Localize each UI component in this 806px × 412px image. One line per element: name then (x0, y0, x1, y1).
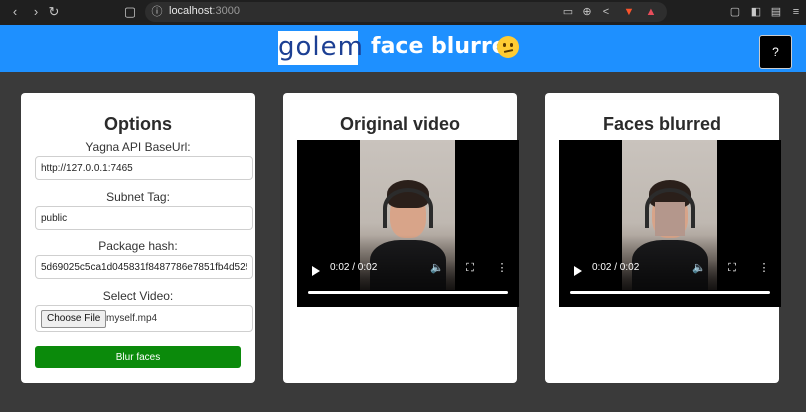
subnet-tag-input[interactable] (35, 206, 253, 230)
face-blur-mask (655, 202, 685, 236)
video-progress-bar[interactable] (308, 291, 508, 294)
help-button[interactable]: ? (759, 35, 792, 69)
subnet-tag-label: Subnet Tag: (106, 190, 170, 204)
back-icon[interactable]: ‹ (6, 3, 24, 21)
play-icon[interactable] (312, 266, 320, 276)
sidebar-icon[interactable]: ◧ (748, 4, 764, 20)
browser-toolbar: ‹ › ↻ ▢ ⓘ localhost:3000 ▭ ⊕ < ▼ ▲ ▢ ◧ ▤… (0, 0, 806, 25)
reload-icon[interactable]: ↻ (45, 3, 63, 21)
blurred-video-card: Faces blurred 0:02 / 0:02 🔈 ⛶ ⋮ (545, 93, 781, 383)
select-video-label: Select Video: (102, 289, 174, 303)
video-progress-bar[interactable] (570, 291, 770, 294)
logo-text: golem (278, 32, 364, 62)
selected-file-name: myself.mp4 (106, 313, 158, 324)
video-time: 0:02 / 0:02 (592, 262, 640, 273)
blurred-video-player[interactable]: 0:02 / 0:02 🔈 ⛶ ⋮ (559, 140, 781, 307)
url-port: :3000 (212, 5, 240, 17)
info-icon[interactable]: ⓘ (149, 4, 165, 20)
choose-file-button[interactable]: Choose File (41, 310, 107, 328)
api-url-input[interactable] (35, 156, 253, 180)
video-time: 0:02 / 0:02 (330, 262, 378, 273)
headphones (383, 188, 433, 228)
cast-icon[interactable]: ▭ (560, 4, 576, 20)
wallet-icon[interactable]: ▤ (768, 4, 784, 20)
options-card: Options Yagna API BaseUrl: Subnet Tag: P… (21, 93, 255, 383)
menu-icon[interactable]: ≡ (788, 4, 804, 20)
url-text: localhost:3000 (169, 5, 240, 17)
app-header: golem face blurrer ? (0, 25, 806, 72)
url-host: localhost (169, 5, 213, 17)
more-options-icon[interactable]: ⋮ (495, 261, 509, 275)
package-hash-label: Package hash: (98, 239, 178, 253)
blurred-video-title: Faces blurred (602, 114, 722, 134)
share-icon[interactable]: < (598, 4, 614, 20)
original-video-title: Original video (339, 114, 461, 134)
extensions-icon[interactable]: ▢ (727, 4, 743, 20)
play-icon[interactable] (574, 266, 582, 276)
forward-icon[interactable]: › (27, 3, 45, 21)
brave-shield-icon[interactable]: ▼ (621, 4, 637, 20)
volume-icon[interactable]: 🔈 (430, 261, 444, 275)
volume-icon[interactable]: 🔈 (692, 261, 706, 275)
address-bar[interactable]: ⓘ localhost:3000 ▭ ⊕ < ▼ ▲ (145, 2, 667, 22)
original-video-card: Original video 0:02 / 0:02 🔈 ⛶ ⋮ (283, 93, 519, 383)
api-url-label: Yagna API BaseUrl: (85, 140, 191, 154)
zoom-icon[interactable]: ⊕ (579, 4, 595, 20)
more-options-icon[interactable]: ⋮ (757, 261, 771, 275)
fullscreen-icon[interactable]: ⛶ (725, 261, 739, 275)
fullscreen-icon[interactable]: ⛶ (463, 261, 477, 275)
original-video-player[interactable]: 0:02 / 0:02 🔈 ⛶ ⋮ (297, 140, 519, 307)
options-title: Options (104, 114, 172, 134)
brave-rewards-icon[interactable]: ▲ (643, 4, 659, 20)
blur-faces-button[interactable]: Blur faces (35, 346, 241, 368)
package-hash-input[interactable] (35, 255, 253, 279)
page-title: face blurrer (371, 34, 518, 59)
golem-logo: golem (278, 31, 364, 65)
video-file-picker: Choose File myself.mp4 (35, 305, 253, 332)
bookmark-icon[interactable]: ▢ (121, 3, 139, 21)
melting-face-icon (497, 36, 519, 58)
